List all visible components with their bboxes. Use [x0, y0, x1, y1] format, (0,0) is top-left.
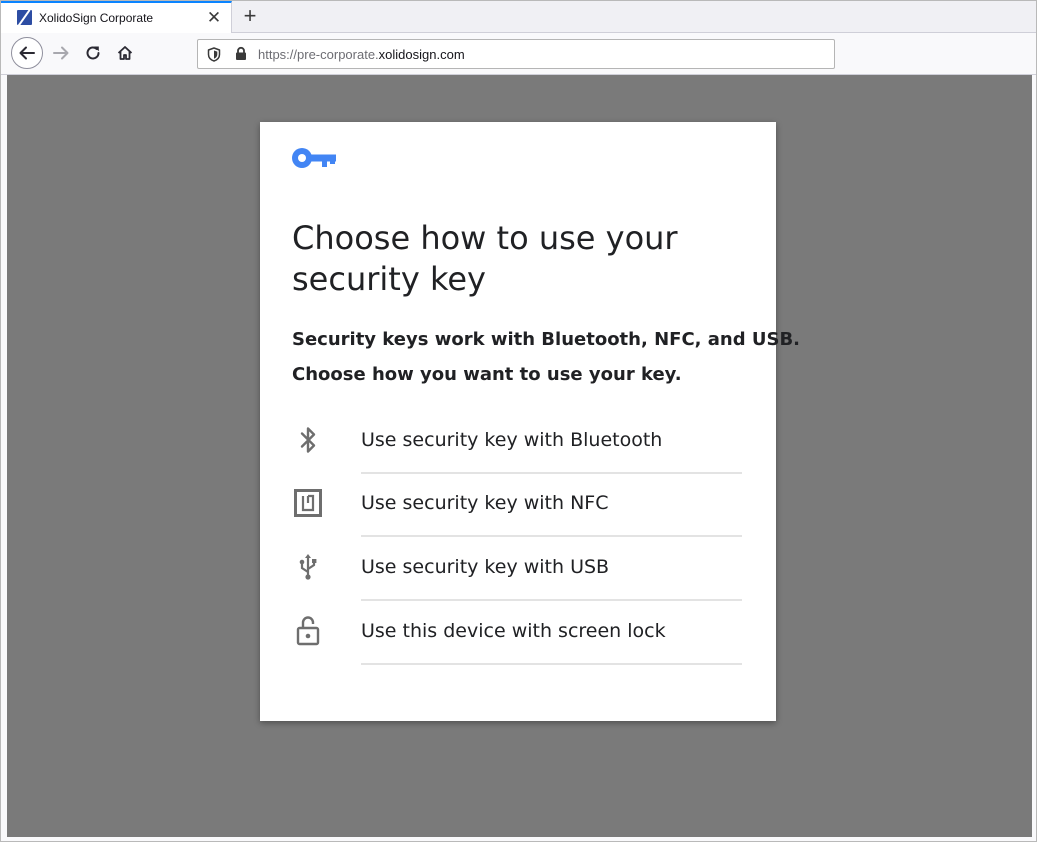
- forward-button[interactable]: [45, 37, 77, 69]
- dialog-title: Choose how to use your security key: [292, 219, 678, 298]
- description-line-2: Choose how you want to use your key.: [292, 364, 682, 385]
- reload-icon: [86, 46, 100, 60]
- tracking-shield-icon[interactable]: [207, 47, 221, 62]
- nfc-icon: [294, 489, 322, 517]
- url-domain: xolidosign.com: [378, 47, 465, 62]
- unlock-icon: [294, 616, 322, 646]
- usb-icon: [294, 552, 322, 580]
- back-button[interactable]: [11, 37, 43, 69]
- tab-strip: XolidoSign Corporate ✕ +: [1, 1, 1036, 33]
- description-line-1: Security keys work with Bluetooth, NFC, …: [292, 329, 801, 350]
- option-label-screen-lock: Use this device with screen lock: [361, 620, 666, 642]
- divider: [361, 663, 742, 665]
- tab-title: XolidoSign Corporate: [39, 11, 154, 25]
- option-nfc[interactable]: Use security key with NFC: [260, 472, 776, 537]
- security-key-dialog: Choose how to use your security key Secu…: [260, 122, 801, 721]
- close-tab-icon[interactable]: ✕: [206, 9, 222, 26]
- new-tab-button[interactable]: +: [240, 5, 260, 27]
- reload-button[interactable]: [77, 37, 109, 69]
- address-bar[interactable]: https://pre-corporate.xolidosign.com: [197, 39, 835, 69]
- option-label-nfc: Use security key with NFC: [361, 492, 609, 514]
- home-icon: [117, 46, 133, 60]
- navigation-bar: https://pre-corporate.xolidosign.com: [1, 33, 1036, 75]
- key-icon: [292, 148, 336, 168]
- back-arrow-icon: [19, 46, 35, 60]
- home-button[interactable]: [109, 37, 141, 69]
- tab-xolidosign[interactable]: XolidoSign Corporate ✕: [1, 1, 232, 33]
- forward-arrow-icon: [53, 46, 69, 60]
- option-label-bluetooth: Use security key with Bluetooth: [361, 429, 663, 451]
- dialog-description: Security keys work with Bluetooth, NFC, …: [292, 322, 801, 392]
- bluetooth-icon: [294, 426, 322, 454]
- option-label-usb: Use security key with USB: [361, 556, 610, 578]
- browser-window: XolidoSign Corporate ✕ + https://pre-cor…: [0, 0, 1037, 842]
- option-usb[interactable]: Use security key with USB: [260, 536, 776, 601]
- option-bluetooth[interactable]: Use security key with Bluetooth: [260, 409, 776, 474]
- option-screen-lock[interactable]: Use this device with screen lock: [260, 599, 776, 665]
- url-prefix: https://pre-corporate.: [258, 47, 379, 62]
- lock-icon[interactable]: [235, 46, 247, 61]
- page-viewport: Choose how to use your security key Secu…: [7, 75, 1032, 837]
- url-text[interactable]: https://pre-corporate.xolidosign.com: [258, 47, 465, 62]
- xolidosign-favicon-icon: [17, 10, 32, 25]
